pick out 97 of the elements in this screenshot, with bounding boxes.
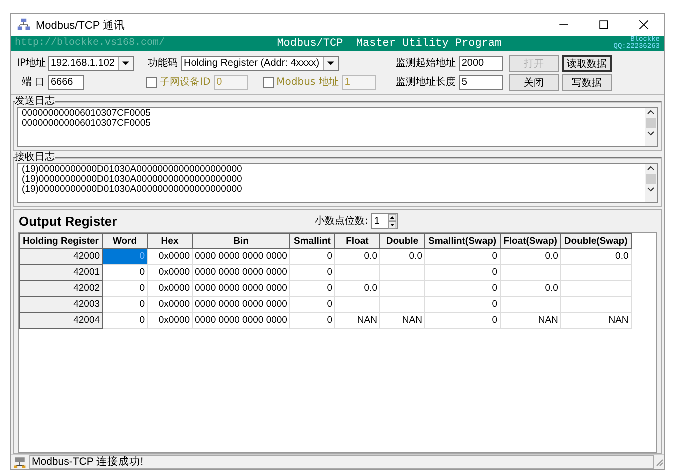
- column-header[interactable]: Smallint: [290, 234, 335, 248]
- table-cell[interactable]: [500, 296, 561, 312]
- table-cell[interactable]: 0: [290, 280, 335, 296]
- decimal-places-label: 小数点位数:: [315, 214, 368, 228]
- program-title: Modbus/TCP Master Utility Program: [276, 38, 503, 50]
- row-header[interactable]: 42004: [20, 312, 103, 328]
- scrollbar[interactable]: [645, 108, 657, 146]
- table-cell[interactable]: 0.0: [380, 248, 425, 264]
- table-cell[interactable]: 0000 0000 0000 0000: [192, 248, 290, 264]
- column-header[interactable]: Float(Swap): [500, 234, 561, 248]
- spinner-arrows-icon: [388, 214, 398, 228]
- address-length-label: 监测地址长度: [396, 76, 456, 89]
- column-header[interactable]: Smallint(Swap): [424, 234, 500, 248]
- table-cell[interactable]: 0: [424, 312, 500, 328]
- row-header[interactable]: 42003: [20, 296, 103, 312]
- subnet-id-checkbox[interactable]: [146, 76, 157, 88]
- table-cell[interactable]: 0000 0000 0000 0000: [192, 312, 290, 328]
- scroll-thumb[interactable]: [646, 118, 656, 128]
- table-cell[interactable]: 0: [424, 280, 500, 296]
- table-cell[interactable]: [334, 264, 380, 280]
- table-cell[interactable]: [560, 264, 632, 280]
- table-cell[interactable]: [560, 280, 632, 296]
- resize-grip-icon[interactable]: [654, 457, 664, 467]
- table-cell[interactable]: 0x0000: [148, 312, 193, 328]
- table-cell[interactable]: 0: [102, 296, 148, 312]
- table-cell[interactable]: [560, 296, 632, 312]
- table-cell[interactable]: 0: [290, 264, 335, 280]
- table-cell[interactable]: 0000 0000 0000 0000: [192, 296, 290, 312]
- table-cell[interactable]: NAN: [500, 312, 561, 328]
- table-cell[interactable]: 0.0: [334, 248, 380, 264]
- network-icon: [17, 18, 31, 32]
- table-cell[interactable]: NAN: [334, 312, 380, 328]
- action-button[interactable]: 关闭: [508, 74, 559, 91]
- table-cell[interactable]: NAN: [560, 312, 632, 328]
- address-length-field[interactable]: 5: [458, 74, 503, 90]
- table-cell[interactable]: 0: [290, 248, 335, 264]
- table-cell[interactable]: 0: [424, 296, 500, 312]
- row-header[interactable]: 42000: [20, 248, 103, 264]
- row-header[interactable]: 42001: [20, 264, 103, 280]
- table-cell[interactable]: [380, 264, 425, 280]
- column-header[interactable]: Bin: [192, 234, 290, 248]
- column-header[interactable]: Double: [380, 234, 425, 248]
- window-title: Modbus/TCP 通讯: [36, 18, 126, 32]
- send-log-title: 发送日志: [15, 97, 55, 107]
- log-line: 000000000006010307CF0005: [22, 119, 152, 129]
- table-cell[interactable]: 0000 0000 0000 0000: [192, 264, 290, 280]
- start-address-label: 监测起始地址: [396, 56, 456, 70]
- function-code-dropdown[interactable]: Holding Register (Addr: 4xxxx): [181, 56, 339, 70]
- log-line: 000000000006010307CF0005: [22, 109, 152, 119]
- column-header[interactable]: Hex: [148, 234, 193, 248]
- row-header[interactable]: 42002: [20, 280, 103, 296]
- action-button[interactable]: 读取数据: [562, 55, 612, 72]
- table-cell[interactable]: [380, 296, 425, 312]
- function-code-label: 功能码: [148, 56, 178, 70]
- table-cell[interactable]: 0: [290, 312, 335, 328]
- start-address-field[interactable]: 2000: [458, 56, 503, 70]
- table-cell[interactable]: 0: [102, 312, 148, 328]
- row-header-title: Holding Register: [20, 234, 103, 248]
- modbus-address-label: Modbus 地址: [276, 76, 339, 89]
- ip-label: IP地址: [17, 56, 45, 70]
- log-line: (19)00000000000D01030A00000000000000000000: [22, 185, 244, 195]
- port-field[interactable]: 6666: [48, 74, 84, 90]
- table-cell[interactable]: 0: [102, 264, 148, 280]
- action-button[interactable]: 写数据: [562, 74, 612, 91]
- table-cell[interactable]: 0000 0000 0000 0000: [192, 280, 290, 296]
- section-title: Output Register: [19, 214, 118, 228]
- receive-log-title: 接收日志: [15, 153, 55, 163]
- network-status-icon: [13, 456, 27, 468]
- column-header[interactable]: Double(Swap): [560, 234, 632, 248]
- table-cell[interactable]: NAN: [380, 312, 425, 328]
- scroll-thumb[interactable]: [646, 174, 656, 184]
- table-cell[interactable]: 0x0000: [148, 264, 193, 280]
- table-cell[interactable]: 0.0: [500, 248, 561, 264]
- table-cell[interactable]: 0.0: [334, 280, 380, 296]
- decimal-places-spinner[interactable]: 1: [371, 213, 398, 229]
- column-header[interactable]: Word: [102, 234, 148, 248]
- log-line: (19)00000000000D01030A00000000000000000000: [22, 165, 244, 175]
- table-cell[interactable]: [500, 264, 561, 280]
- status-message: Modbus-TCP 连接成功!: [29, 455, 654, 469]
- table-cell[interactable]: 0: [424, 248, 500, 264]
- ip-dropdown[interactable]: 192.168.1.102: [48, 56, 134, 70]
- table-cell[interactable]: [334, 296, 380, 312]
- table-cell[interactable]: 0.0: [560, 248, 632, 264]
- log-line: (19)00000000000D01030A00000000000000000000: [22, 175, 244, 185]
- table-cell[interactable]: 0: [290, 296, 335, 312]
- table-cell[interactable]: 0.0: [500, 280, 561, 296]
- port-label: 端 口: [20, 76, 45, 89]
- scrollbar[interactable]: [645, 164, 657, 202]
- modbus-address-checkbox[interactable]: [262, 76, 274, 88]
- table-cell[interactable]: 0x0000: [148, 296, 193, 312]
- table-cell[interactable]: 0: [102, 280, 148, 296]
- table-cell[interactable]: 0: [424, 264, 500, 280]
- subnet-id-label: 子网设备ID: [160, 76, 211, 89]
- table-cell[interactable]: 0x0000: [148, 280, 193, 296]
- table-cell[interactable]: 0x0000: [148, 248, 193, 264]
- column-header[interactable]: Float: [334, 234, 380, 248]
- table-cell[interactable]: [380, 280, 425, 296]
